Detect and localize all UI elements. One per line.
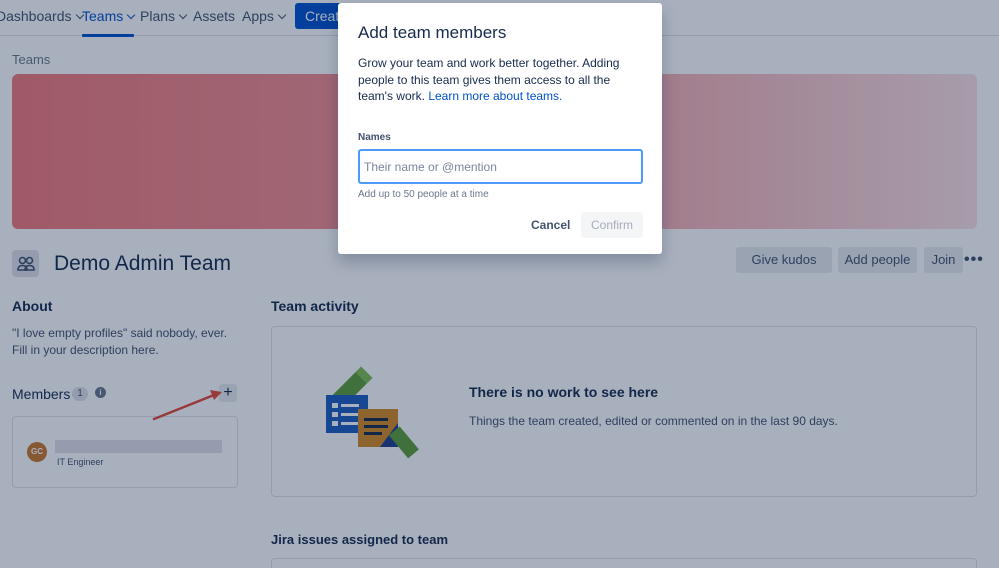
names-input[interactable] <box>358 149 643 184</box>
confirm-button[interactable]: Confirm <box>581 212 643 238</box>
learn-more-link[interactable]: Learn more about teams. <box>428 89 562 103</box>
dialog-description: Grow your team and work better together.… <box>358 55 648 105</box>
names-help-text: Add up to 50 people at a time <box>358 189 489 200</box>
cancel-button[interactable]: Cancel <box>523 213 578 237</box>
dialog-title: Add team members <box>358 23 507 42</box>
names-label: Names <box>358 132 391 143</box>
add-team-members-dialog: Add team members Grow your team and work… <box>338 3 662 254</box>
